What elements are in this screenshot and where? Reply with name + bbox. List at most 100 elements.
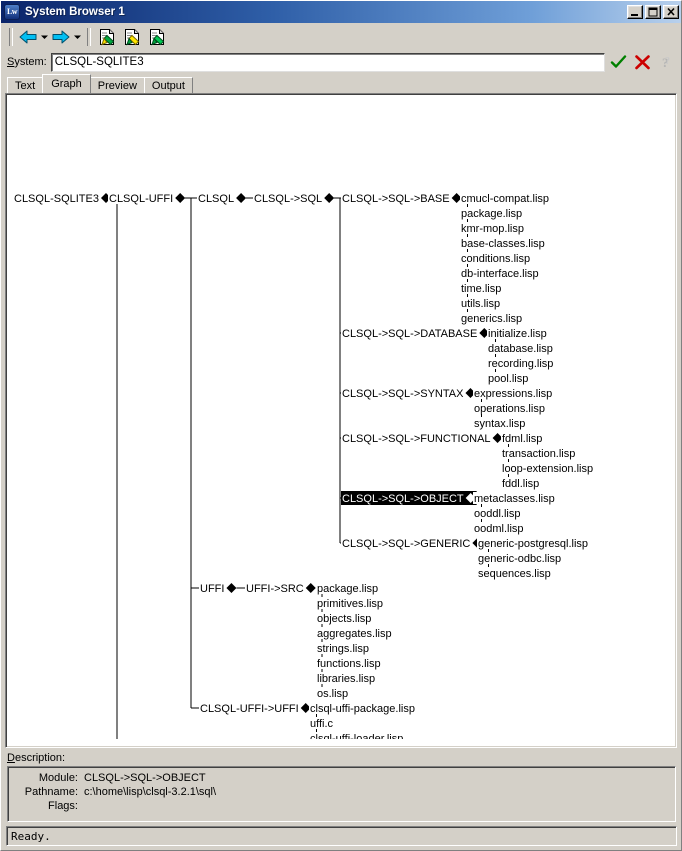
close-button[interactable] (663, 5, 679, 19)
graph-node-label: CLSQL (198, 193, 234, 205)
system-graph-pane[interactable]: CLSQL-SQLITE3 CLSQL-UFFI CLSQL CLSQL->SQL CL… (5, 93, 677, 748)
graph-node-module[interactable]: CLSQL->SQL->SYNTAX (341, 387, 476, 400)
graph-node-file[interactable]: pool.lisp (487, 372, 530, 385)
system-browser-window: Lw System Browser 1 System: CLSQL-SQLITE… (0, 0, 682, 851)
toolbar-separator-right (87, 27, 91, 46)
system-field-label: System: (7, 56, 47, 68)
graph-node-label: recording.lisp (488, 358, 553, 370)
graph-node-module[interactable]: CLSQL-SQLITE3 (13, 192, 111, 205)
graph-node-module[interactable]: CLSQL->SQL->FUNCTIONAL (341, 432, 503, 445)
system-input[interactable] (50, 52, 605, 72)
graph-node-file[interactable]: time.lisp (460, 282, 503, 295)
graph-node-file[interactable]: aggregates.lisp (316, 627, 393, 640)
graph-node-file[interactable]: generics.lisp (460, 312, 524, 325)
graph-node-label: CLSQL->SQL->GENERIC (342, 538, 470, 550)
graph-node-file[interactable]: recording.lisp (487, 357, 555, 370)
graph-node-file[interactable]: generic-odbc.lisp (477, 552, 563, 565)
graph-node-file[interactable]: operations.lisp (473, 402, 546, 415)
graph-node-file[interactable]: expressions.lisp (473, 387, 554, 400)
graph-node-file[interactable]: conditions.lisp (460, 252, 532, 265)
graph-node-module[interactable]: CLSQL->SQL (253, 192, 335, 205)
graph-node-file[interactable]: kmr-mop.lisp (460, 222, 525, 235)
graph-node-label: base-classes.lisp (461, 238, 545, 250)
load-system-button[interactable] (120, 26, 145, 48)
graph-node-label: package.lisp (317, 583, 378, 595)
toolbar (1, 23, 681, 50)
graph-node-file[interactable]: strings.lisp (316, 642, 370, 655)
graph-node-module[interactable]: CLSQL->SQL->OBJECT (341, 491, 477, 505)
graph-node-file[interactable]: ooddl.lisp (473, 507, 522, 520)
description-value (84, 799, 671, 813)
description-key: Module: (38, 772, 78, 784)
tab-graph[interactable]: Graph (42, 74, 91, 93)
graph-node-file[interactable]: generic-postgresql.lisp (477, 537, 590, 550)
graph-node-file[interactable]: fddl.lisp (501, 477, 541, 490)
system-field-row: System: ? ? (1, 50, 681, 74)
graph-node-file[interactable]: cmucl-compat.lisp (460, 192, 551, 205)
forward-dropdown-button[interactable] (72, 26, 83, 48)
accept-icon[interactable] (608, 52, 629, 72)
graph-node-file[interactable]: initialize.lisp (487, 327, 548, 340)
cancel-icon[interactable] (632, 52, 653, 72)
graph-node-module[interactable]: CLSQL->SQL->BASE (341, 192, 462, 205)
minimize-button[interactable] (627, 5, 643, 19)
graph-node-file[interactable]: os.lisp (316, 687, 350, 700)
graph-node-module[interactable]: CLSQL-UFFI (108, 192, 186, 205)
back-button[interactable] (17, 26, 39, 48)
graph-node-module[interactable]: CLSQL (197, 192, 247, 205)
expand-diamond-icon[interactable] (324, 193, 335, 203)
help-icon[interactable]: ? ? (656, 52, 677, 72)
status-text: Ready. (11, 829, 51, 843)
graph-node-module[interactable]: CLSQL->SQL->DATABASE (341, 327, 490, 340)
graph-node-file[interactable]: clsql-uffi-package.lisp (309, 702, 416, 715)
maximize-button[interactable] (645, 5, 661, 19)
graph-node-file[interactable]: package.lisp (316, 582, 380, 595)
back-dropdown-button[interactable] (39, 26, 50, 48)
graph-node-file[interactable]: syntax.lisp (473, 417, 527, 430)
graph-node-file[interactable]: uffi.c (309, 717, 335, 730)
description-label: Description: (7, 752, 66, 764)
graph-node-file[interactable]: functions.lisp (316, 657, 382, 670)
graph-node-file[interactable]: metaclasses.lisp (473, 492, 556, 505)
graph-node-label: primitives.lisp (317, 598, 383, 610)
expand-diamond-icon[interactable] (175, 193, 186, 203)
graph-node-file[interactable]: utils.lisp (460, 297, 502, 310)
description-key: Pathname: (24, 786, 78, 798)
graph-node-file[interactable]: sequences.lisp (477, 567, 552, 580)
graph-node-file[interactable]: libraries.lisp (316, 672, 377, 685)
graph-node-label: conditions.lisp (461, 253, 530, 265)
graph-node-module[interactable]: UFFI->SRC (245, 582, 316, 595)
graph-node-module[interactable]: UFFI (199, 582, 237, 595)
expand-diamond-icon[interactable] (226, 583, 237, 593)
browse-system-button[interactable] (145, 26, 170, 48)
graph-node-file[interactable]: fdml.lisp (501, 432, 544, 445)
graph-node-file[interactable]: loop-extension.lisp (501, 462, 595, 475)
graph-node-label: strings.lisp (317, 643, 369, 655)
lispworks-icon: Lw (4, 4, 20, 20)
graph-node-file[interactable]: objects.lisp (316, 612, 373, 625)
system-graph[interactable]: CLSQL-SQLITE3 CLSQL-UFFI CLSQL CLSQL->SQL CL… (6, 94, 677, 739)
expand-diamond-icon[interactable] (305, 583, 316, 593)
graph-node-file[interactable]: primitives.lisp (316, 597, 385, 610)
graph-node-label: kmr-mop.lisp (461, 223, 524, 235)
graph-node-file[interactable]: clsql-uffi-loader.lisp (309, 732, 405, 739)
graph-node-file[interactable]: database.lisp (487, 342, 554, 355)
forward-button[interactable] (50, 26, 72, 48)
graph-node-label: CLSQL->SQL->DATABASE (342, 328, 477, 340)
tab-output[interactable]: Output (143, 77, 193, 94)
graph-node-file[interactable]: transaction.lisp (501, 447, 577, 460)
compile-system-button[interactable] (95, 26, 120, 48)
graph-node-file[interactable]: db-interface.lisp (460, 267, 540, 280)
toolbar-separator-left (9, 27, 13, 46)
tab-preview[interactable]: Preview (89, 77, 145, 94)
graph-node-module[interactable]: CLSQL-UFFI->UFFI (199, 702, 311, 715)
graph-node-label: metaclasses.lisp (474, 493, 555, 505)
svg-text:?: ? (665, 56, 670, 67)
graph-node-file[interactable]: oodml.lisp (473, 522, 525, 535)
graph-node-module[interactable]: CLSQL->SQL->GENERIC (341, 537, 483, 550)
graph-node-file[interactable]: package.lisp (460, 207, 524, 220)
expand-diamond-icon[interactable] (236, 193, 247, 203)
graph-node-label: fdml.lisp (502, 433, 542, 445)
tab-text[interactable]: Text (7, 77, 44, 94)
graph-node-file[interactable]: base-classes.lisp (460, 237, 546, 250)
